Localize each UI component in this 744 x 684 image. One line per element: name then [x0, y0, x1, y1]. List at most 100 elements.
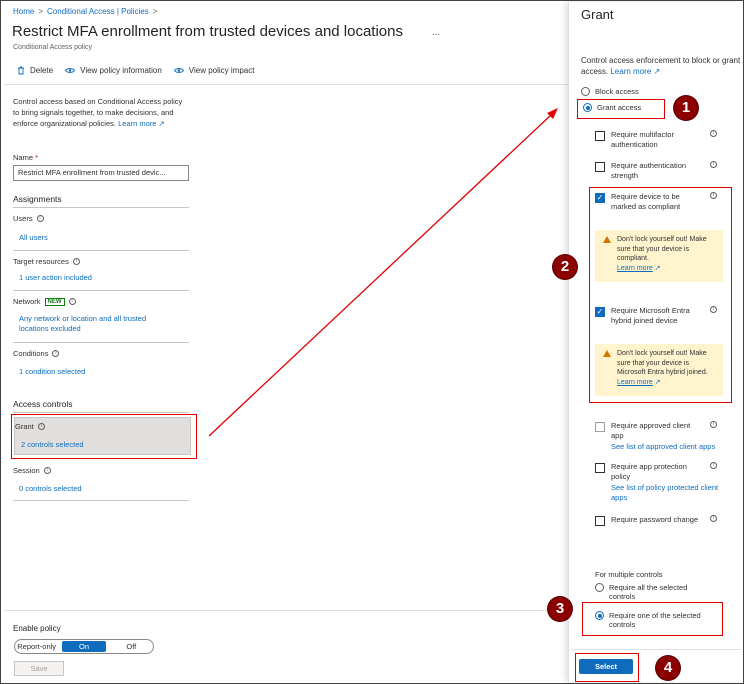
radio-icon	[595, 583, 604, 592]
info-icon[interactable]: i	[710, 421, 717, 428]
breadcrumb-home[interactable]: Home	[13, 7, 34, 16]
require-one-highlight	[582, 602, 723, 636]
network-link[interactable]: Any network or location and all trusted …	[19, 314, 169, 334]
grant-learn-more-link[interactable]: Learn more ↗	[610, 67, 660, 76]
page-title: Restrict MFA enrollment from trusted dev…	[12, 23, 403, 40]
checkbox-icon	[595, 131, 605, 141]
toolbar: Delete View policy information View poli…	[17, 66, 254, 75]
require-password-change-checkbox[interactable]: Require password change	[595, 515, 701, 526]
users-label: Users i	[13, 214, 44, 223]
radio-icon	[581, 87, 590, 96]
checkbox-icon	[595, 162, 605, 172]
view-impact-label: View policy impact	[188, 66, 255, 75]
conditions-link[interactable]: 1 condition selected	[19, 367, 85, 377]
info-icon[interactable]: i	[710, 515, 717, 522]
chevron-right-icon: >	[38, 7, 44, 16]
callout-3: 3	[548, 597, 572, 621]
divider	[13, 207, 189, 208]
info-icon[interactable]: i	[710, 130, 717, 137]
info-icon[interactable]: i	[43, 467, 51, 474]
multiple-controls-heading: For multiple controls	[595, 570, 663, 579]
toggle-report-only[interactable]: Report-only	[15, 642, 58, 651]
more-options-button[interactable]: ...	[432, 27, 440, 38]
require-all-radio[interactable]: Require all the selected controls	[595, 583, 715, 601]
session-label-text: Session	[13, 466, 40, 475]
require-all-label: Require all the selected controls	[609, 583, 688, 601]
panel-footer-divider	[571, 649, 741, 650]
info-icon[interactable]: i	[72, 258, 80, 265]
conditions-label: Conditions i	[13, 349, 60, 358]
users-link[interactable]: All users	[19, 233, 48, 243]
toggle-off[interactable]: Off	[110, 642, 153, 651]
block-access-label: Block access	[595, 87, 639, 96]
assignments-heading: Assignments	[13, 194, 62, 204]
require-app-protection-label: Require app protection policy	[611, 462, 687, 481]
require-mfa-label: Require multifactor authentication	[611, 130, 674, 149]
info-icon[interactable]: i	[36, 215, 44, 222]
learn-more-label: Learn more	[118, 119, 157, 128]
name-label: Name *	[13, 153, 38, 162]
policy-blade: Home > Conditional Access | Policies > Rest…	[2, 2, 568, 682]
name-input[interactable]: Restrict MFA enrollment from trusted dev…	[13, 165, 189, 181]
require-password-change-label: Require password change	[611, 515, 699, 524]
toolbar-divider	[4, 84, 568, 85]
view-policy-impact-button[interactable]: View policy impact	[173, 66, 255, 75]
info-icon[interactable]: i	[52, 350, 60, 357]
require-app-protection-text: Require app protection policy See list of…	[611, 462, 718, 503]
network-label-text: Network	[13, 297, 41, 306]
external-link-icon: ↗	[653, 67, 661, 76]
grant-learn-more-label: Learn more	[610, 67, 652, 76]
require-mfa-checkbox[interactable]: Require multifactor authentication	[595, 130, 701, 150]
breadcrumb: Home > Conditional Access | Policies >	[13, 7, 161, 16]
grant-access-highlight	[577, 99, 665, 119]
delete-button[interactable]: Delete	[17, 66, 53, 75]
block-access-radio[interactable]: Block access	[581, 87, 639, 96]
require-approved-app-checkbox[interactable]: Require approved client app See list of a…	[595, 421, 715, 452]
require-approved-app-text: Require approved client app See list of a…	[611, 421, 715, 452]
target-resources-link[interactable]: 1 user action included	[19, 273, 92, 283]
divider	[13, 250, 189, 251]
enable-policy-toggle: Report-only On Off	[14, 639, 154, 654]
eye-icon	[173, 68, 184, 73]
view-policy-information-button[interactable]: View policy information	[65, 66, 162, 75]
breadcrumb-policies[interactable]: Conditional Access | Policies	[47, 7, 149, 16]
info-icon[interactable]: i	[710, 462, 717, 469]
callout-1: 1	[674, 96, 698, 120]
users-label-text: Users	[13, 214, 33, 223]
save-button[interactable]: Save	[14, 661, 64, 676]
require-auth-strength-checkbox[interactable]: Require authentication strength	[595, 161, 701, 181]
require-approved-app-label: Require approved client app	[611, 421, 691, 440]
divider	[13, 342, 189, 343]
divider	[13, 500, 189, 501]
grant-highlight-box	[11, 414, 197, 459]
name-label-text: Name	[13, 153, 34, 162]
callout-4: 4	[656, 656, 680, 680]
trash-icon	[18, 66, 24, 75]
access-controls-heading: Access controls	[13, 399, 73, 409]
require-auth-strength-label: Require authentication strength	[611, 161, 687, 180]
require-app-protection-checkbox[interactable]: Require app protection policy See list of…	[595, 462, 718, 503]
divider	[13, 412, 189, 413]
learn-more-link[interactable]: Learn more ↗	[118, 119, 165, 128]
grant-description-text: Control access enforcement to block or g…	[581, 56, 741, 76]
network-label: Network NEW i	[13, 297, 76, 306]
session-link[interactable]: 0 controls selected	[19, 484, 82, 494]
selected-controls-highlight	[589, 187, 732, 403]
checkbox-icon	[595, 463, 605, 473]
toggle-on[interactable]: On	[62, 641, 106, 652]
select-button-highlight	[575, 653, 639, 682]
session-label: Session i	[13, 466, 51, 475]
new-badge: NEW	[44, 297, 65, 306]
info-icon[interactable]: i	[710, 161, 717, 168]
checkbox-icon	[595, 516, 605, 526]
approved-apps-link[interactable]: See list of approved client apps	[611, 442, 721, 452]
eye-icon	[65, 68, 76, 73]
chevron-right-icon: >	[152, 7, 158, 16]
enable-policy-label: Enable policy	[13, 624, 61, 633]
view-info-label: View policy information	[80, 66, 162, 75]
page-subtitle: Conditional Access policy	[13, 44, 92, 51]
callout-2: 2	[553, 255, 577, 279]
info-icon[interactable]: i	[68, 298, 76, 305]
policy-protected-apps-link[interactable]: See list of policy protected client apps	[611, 483, 721, 503]
required-marker: *	[35, 153, 39, 162]
